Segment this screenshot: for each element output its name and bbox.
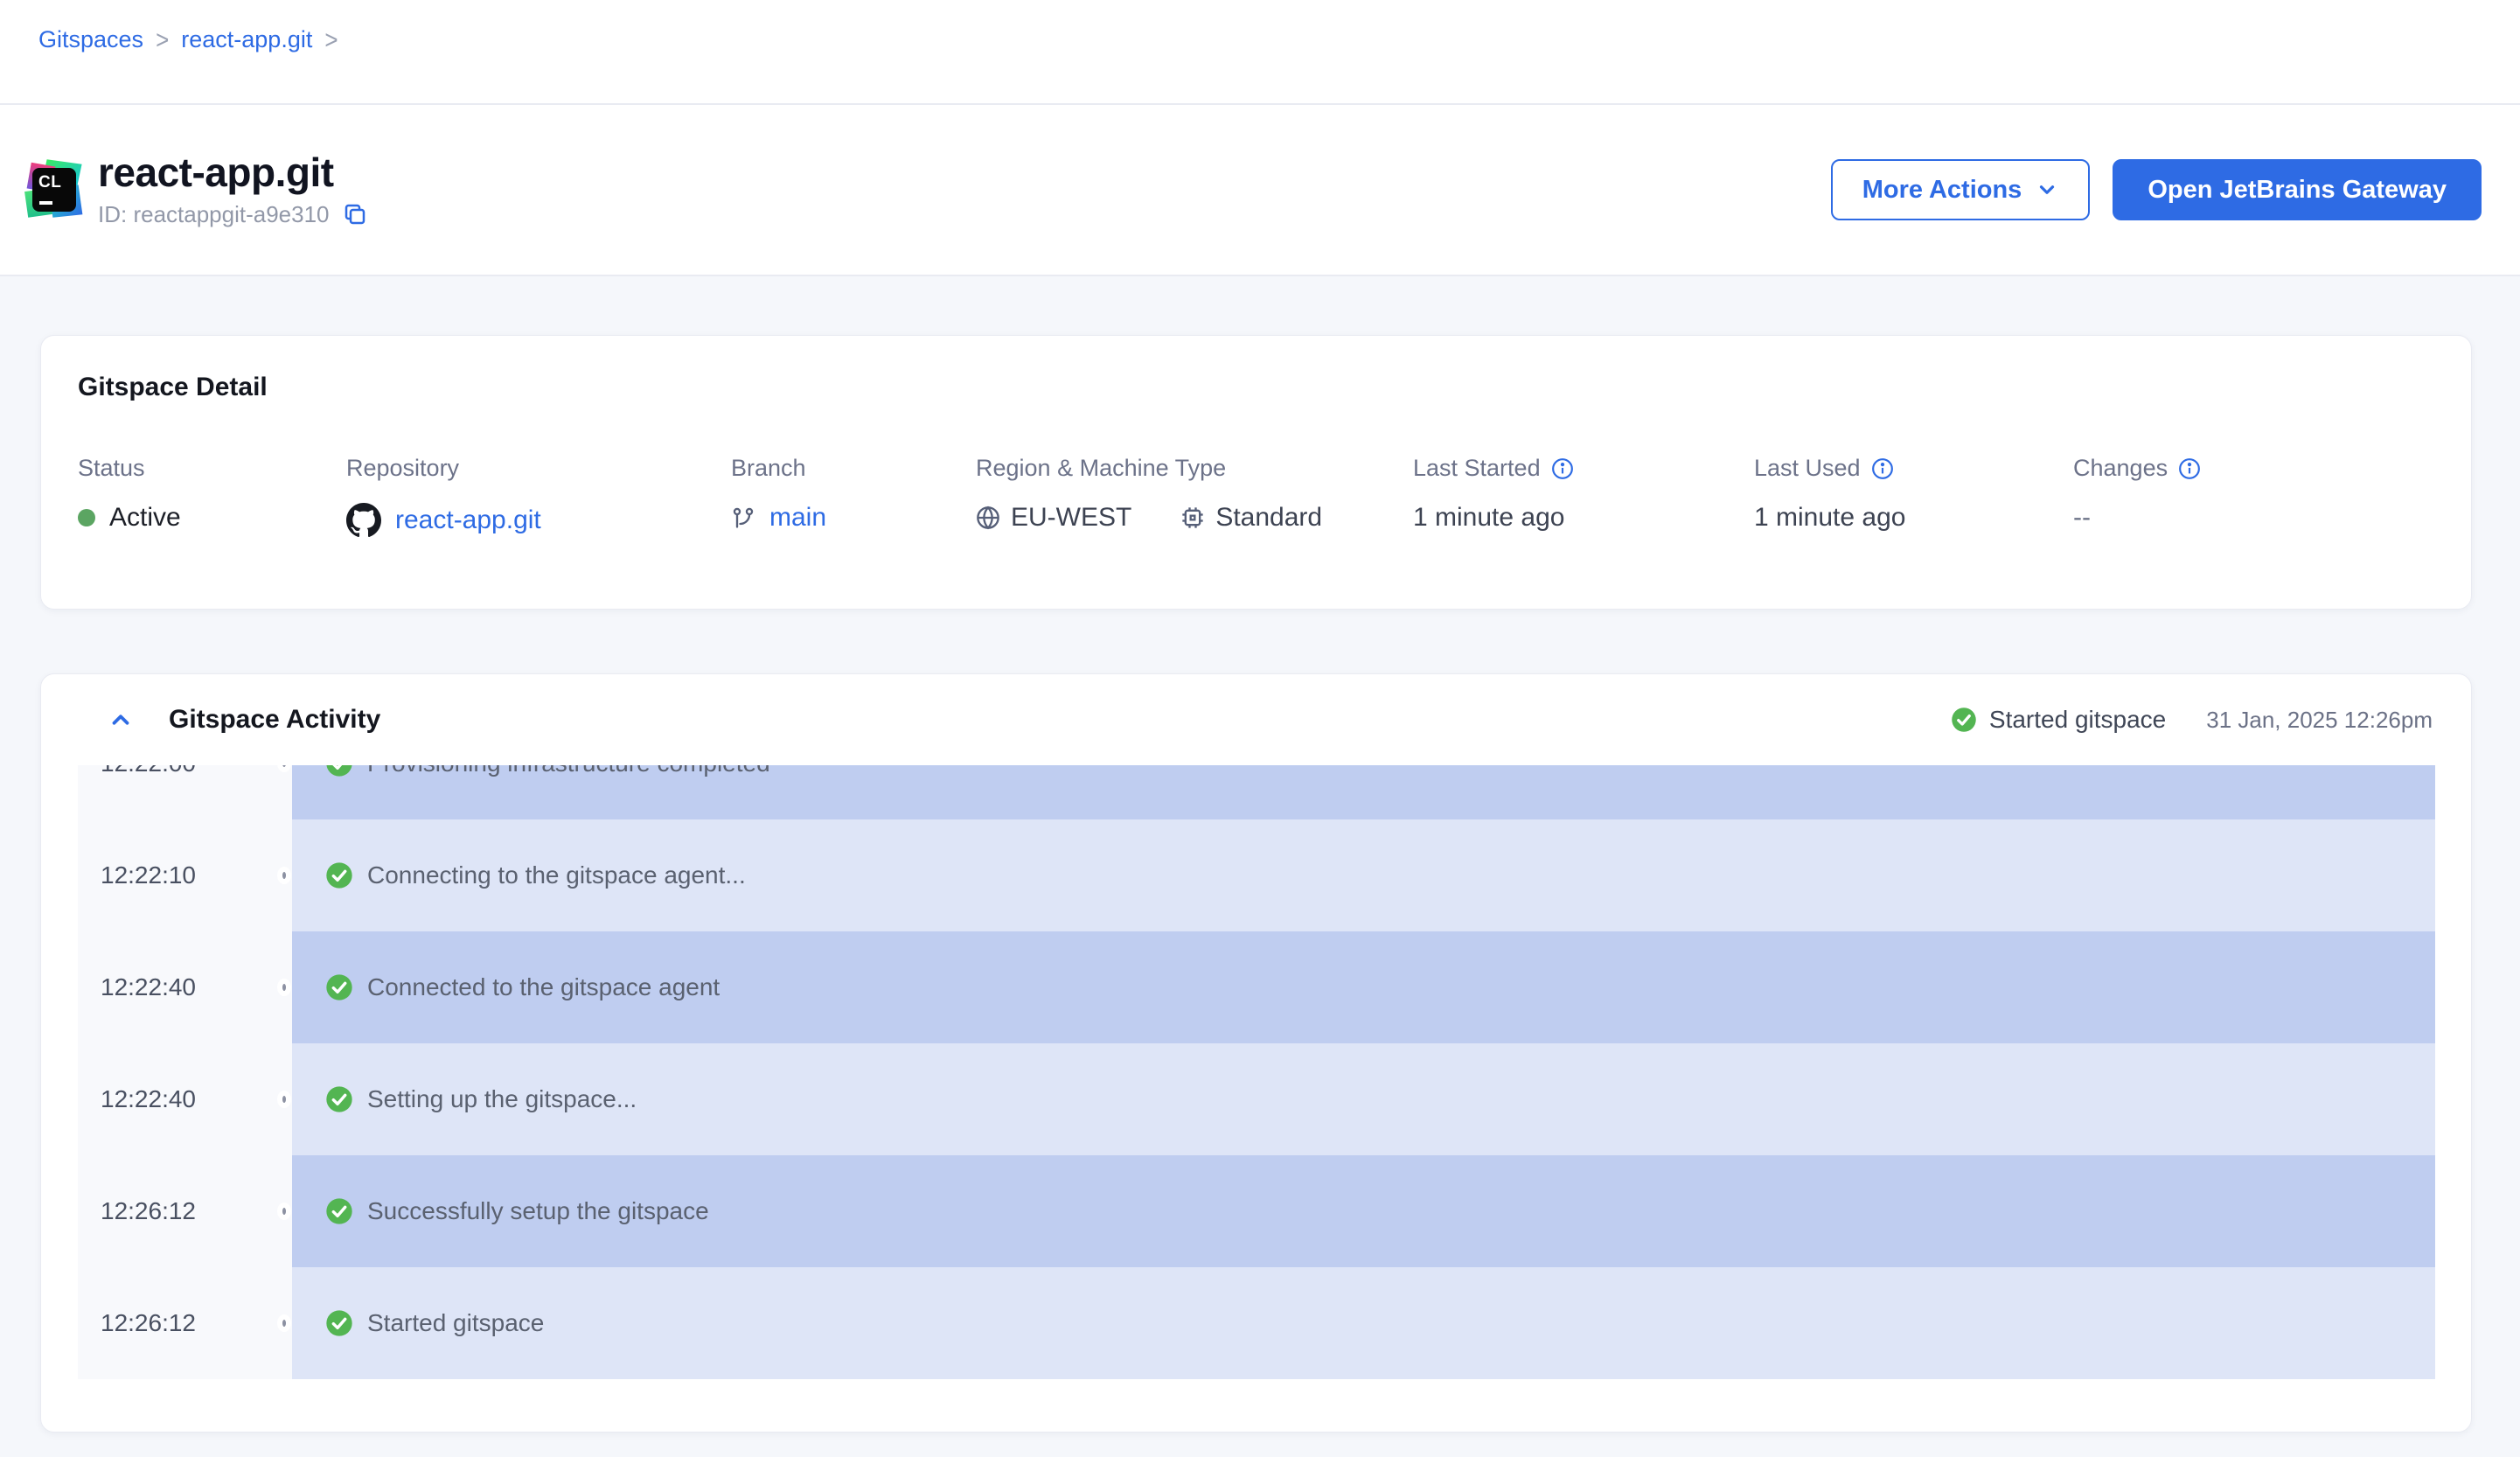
activity-status-time: 31 Jan, 2025 12:26pm bbox=[2206, 707, 2433, 734]
page-header: CL react-app.git ID: reactappgit-a9e310 … bbox=[0, 105, 2520, 276]
copy-icon[interactable] bbox=[342, 201, 368, 227]
log-row: 12:22:10 Connecting to the gitspace agen… bbox=[78, 819, 2435, 931]
check-circle-icon bbox=[325, 861, 353, 889]
more-actions-label: More Actions bbox=[1862, 176, 2022, 205]
log-row: 12:22:40 Setting up the gitspace... bbox=[78, 1043, 2435, 1155]
log-timestamp: 12:22:40 bbox=[78, 1043, 292, 1155]
gitspace-activity-card: Gitspace Activity Started gitspace 31 Ja… bbox=[40, 673, 2472, 1433]
machine-type-value: Standard bbox=[1215, 503, 1322, 533]
main-content: Gitspace Detail Status Active Repository bbox=[0, 276, 2520, 1455]
check-circle-icon bbox=[325, 1085, 353, 1113]
region-machine-label: Region & Machine Type bbox=[976, 455, 1413, 482]
logo-box: CL bbox=[32, 168, 76, 212]
activity-status-text: Started gitspace bbox=[1989, 706, 2166, 734]
log-message: Connected to the gitspace agent bbox=[367, 973, 720, 1001]
field-repository: Repository react-app.git bbox=[346, 455, 731, 538]
log-message: Connecting to the gitspace agent... bbox=[367, 861, 746, 889]
log-row: 12:26:12 Started gitspace bbox=[78, 1267, 2435, 1379]
log-message: Started gitspace bbox=[367, 1309, 544, 1337]
timeline-dot bbox=[277, 1203, 291, 1220]
breadcrumb-bar: Gitspaces > react-app.git > bbox=[0, 0, 2520, 105]
more-actions-button[interactable]: More Actions bbox=[1831, 159, 2091, 220]
activity-log-list: 12:22:00 Provisioning infrastructure com… bbox=[78, 765, 2435, 1379]
log-row: 12:26:12 Successfully setup the gitspace bbox=[78, 1155, 2435, 1267]
clion-app-icon: CL bbox=[26, 162, 82, 218]
chevron-down-icon bbox=[2036, 178, 2058, 201]
page-title: react-app.git bbox=[98, 151, 368, 193]
activity-title: Gitspace Activity bbox=[169, 705, 380, 735]
log-message: Successfully setup the gitspace bbox=[367, 1197, 709, 1225]
region-value: EU-WEST bbox=[1011, 503, 1131, 533]
breadcrumb: Gitspaces > react-app.git > bbox=[38, 26, 338, 53]
activity-log-viewport[interactable]: 12:22:00 Provisioning infrastructure com… bbox=[78, 765, 2435, 1387]
gitspace-detail-card: Gitspace Detail Status Active Repository bbox=[40, 335, 2472, 610]
changes-label: Changes bbox=[2073, 455, 2168, 482]
check-circle-icon bbox=[325, 1309, 353, 1337]
log-timestamp: 12:22:00 bbox=[78, 765, 292, 819]
log-timestamp: 12:22:10 bbox=[78, 819, 292, 931]
logo-text: CL bbox=[38, 173, 61, 192]
repository-label: Repository bbox=[346, 455, 731, 482]
info-icon[interactable] bbox=[1871, 457, 1894, 480]
breadcrumb-link-gitspaces[interactable]: Gitspaces bbox=[38, 26, 143, 53]
timeline-dot bbox=[277, 867, 291, 884]
breadcrumb-link-gitspace[interactable]: react-app.git bbox=[181, 26, 312, 53]
timeline-dot bbox=[277, 1091, 291, 1108]
collapse-chevron-up-icon[interactable] bbox=[108, 707, 134, 733]
field-last-used: Last Used 1 minute ago bbox=[1754, 455, 2073, 538]
log-message: Setting up the gitspace... bbox=[367, 1085, 637, 1113]
check-circle-icon bbox=[325, 973, 353, 1001]
breadcrumb-separator-icon: > bbox=[324, 24, 338, 56]
status-active-dot bbox=[78, 509, 95, 526]
machine-type-icon bbox=[1180, 505, 1205, 530]
repository-link[interactable]: react-app.git bbox=[395, 505, 541, 535]
open-jetbrains-gateway-button[interactable]: Open JetBrains Gateway bbox=[2113, 159, 2482, 220]
log-timestamp: 12:26:12 bbox=[78, 1155, 292, 1267]
last-used-label: Last Used bbox=[1754, 455, 1861, 482]
last-started-value: 1 minute ago bbox=[1413, 503, 1564, 533]
log-row: 12:22:00 Provisioning infrastructure com… bbox=[78, 765, 2435, 819]
timeline-dot bbox=[277, 1314, 291, 1332]
detail-card-title: Gitspace Detail bbox=[78, 373, 2434, 402]
open-gateway-label: Open JetBrains Gateway bbox=[2148, 176, 2447, 205]
log-message: Provisioning infrastructure completed bbox=[367, 765, 770, 777]
status-label: Status bbox=[78, 455, 346, 482]
info-icon[interactable] bbox=[2178, 457, 2201, 480]
log-timestamp: 12:22:40 bbox=[78, 931, 292, 1043]
changes-value: -- bbox=[2073, 503, 2091, 533]
last-started-label: Last Started bbox=[1413, 455, 1541, 482]
github-icon bbox=[346, 503, 381, 538]
field-status: Status Active bbox=[78, 455, 346, 538]
info-icon[interactable] bbox=[1551, 457, 1574, 480]
field-changes: Changes -- bbox=[2073, 455, 2201, 538]
status-value: Active bbox=[109, 503, 181, 533]
breadcrumb-separator-icon: > bbox=[156, 24, 169, 56]
logo-underscore bbox=[39, 201, 52, 205]
log-timestamp: 12:26:12 bbox=[78, 1267, 292, 1379]
check-circle-icon bbox=[325, 765, 353, 777]
globe-icon bbox=[976, 505, 1000, 530]
field-region-machine: Region & Machine Type EU-WEST bbox=[976, 455, 1413, 538]
gitspace-id: ID: reactappgit-a9e310 bbox=[98, 201, 330, 228]
log-row: 12:22:40 Connected to the gitspace agent bbox=[78, 931, 2435, 1043]
field-last-started: Last Started 1 minute ago bbox=[1413, 455, 1754, 538]
check-circle-icon bbox=[325, 1197, 353, 1225]
check-circle-icon bbox=[1951, 707, 1977, 733]
field-branch: Branch main bbox=[731, 455, 976, 538]
last-used-value: 1 minute ago bbox=[1754, 503, 1905, 533]
branch-label: Branch bbox=[731, 455, 976, 482]
timeline-dot bbox=[277, 979, 291, 996]
git-branch-icon bbox=[731, 505, 755, 530]
branch-link[interactable]: main bbox=[769, 503, 826, 533]
